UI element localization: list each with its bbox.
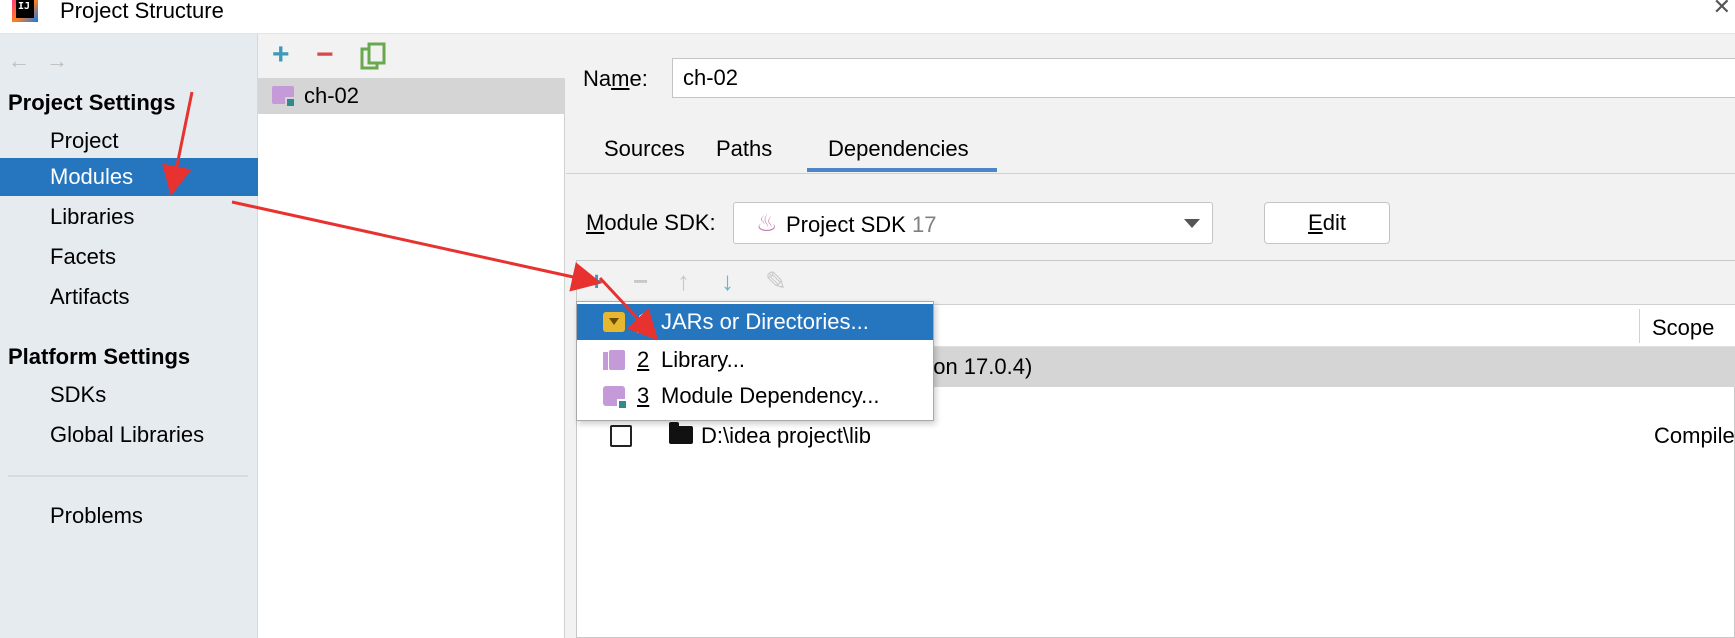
- move-down-icon[interactable]: ↓: [721, 268, 734, 294]
- name-label: Name:: [583, 66, 648, 91]
- add-dependency-icon[interactable]: +: [589, 268, 604, 294]
- intellij-logo-icon: IJ: [12, 0, 38, 22]
- active-tab-indicator: [807, 168, 997, 172]
- sidebar-divider: [8, 475, 248, 477]
- modules-list-panel: + − ch-02: [258, 34, 565, 638]
- module-sdk-select[interactable]: ♨ Project SDK 17: [733, 202, 1213, 244]
- move-up-icon[interactable]: ↑: [677, 268, 690, 294]
- table-row[interactable]: D:\idea project\lib Compile: [577, 416, 1735, 456]
- export-checkbox[interactable]: [610, 425, 632, 447]
- remove-module-icon[interactable]: −: [316, 40, 334, 70]
- dependencies-toolbar: + − ↑ ↓ ✎: [577, 261, 1735, 305]
- jar-archive-icon: [603, 312, 625, 332]
- edit-sdk-button[interactable]: Edit: [1264, 202, 1390, 244]
- module-name: ch-02: [304, 83, 360, 108]
- menu-item-library[interactable]: 2 Library...: [577, 342, 933, 378]
- back-arrow-icon[interactable]: ←: [8, 48, 30, 74]
- sidebar-item-libraries[interactable]: Libraries: [0, 198, 258, 236]
- module-row-ch-02[interactable]: ch-02: [258, 78, 565, 114]
- module-folder-icon: [272, 86, 296, 108]
- sidebar-item-sdks[interactable]: SDKs: [0, 376, 258, 414]
- window-title: Project Structure: [60, 0, 224, 23]
- sdk-value: Project SDK: [786, 212, 906, 237]
- add-dependency-menu: 1 JARs or Directories... 2 Library... 3 …: [576, 301, 934, 421]
- menu-item-module-dependency[interactable]: 3 Module Dependency...: [577, 378, 933, 414]
- tab-sources[interactable]: Sources: [604, 136, 685, 162]
- scope-column-header[interactable]: Scope: [1652, 315, 1714, 341]
- sdk-version: 17: [911, 212, 937, 237]
- add-module-icon[interactable]: +: [272, 40, 290, 70]
- logo-text: IJ: [16, 0, 34, 18]
- platform-settings-header: Platform Settings: [8, 344, 191, 369]
- tab-paths[interactable]: Paths: [716, 136, 772, 162]
- sidebar-item-modules[interactable]: Modules: [0, 158, 258, 196]
- sidebar-item-artifacts[interactable]: Artifacts: [0, 278, 258, 316]
- sidebar-item-project[interactable]: Project: [0, 122, 258, 160]
- remove-dependency-icon[interactable]: −: [633, 268, 648, 294]
- nav-arrows: ← →: [8, 48, 68, 74]
- title-bar: IJ Project Structure ✕: [0, 0, 1735, 34]
- chevron-down-icon: [1184, 219, 1200, 228]
- library-icon: [603, 350, 625, 370]
- modules-toolbar: + −: [258, 34, 565, 78]
- menu-item-jars-or-directories[interactable]: 1 JARs or Directories...: [577, 304, 933, 340]
- forward-arrow-icon[interactable]: →: [46, 48, 68, 74]
- settings-sidebar: ← → Project Settings Project Modules Lib…: [0, 34, 258, 638]
- module-tabs: Sources Paths Dependencies: [566, 124, 1735, 174]
- close-icon[interactable]: ✕: [1713, 0, 1731, 20]
- copy-module-icon[interactable]: [360, 42, 386, 70]
- folder-icon: [669, 422, 693, 444]
- module-sdk-label: Module SDK:: [586, 210, 716, 235]
- column-separator[interactable]: [1639, 309, 1640, 343]
- dependency-scope[interactable]: Compile: [1654, 423, 1735, 449]
- sidebar-item-global-libraries[interactable]: Global Libraries: [0, 416, 258, 454]
- dependency-path: D:\idea project\lib: [701, 423, 871, 448]
- sidebar-item-problems[interactable]: Problems: [0, 497, 258, 535]
- module-name-input[interactable]: [672, 58, 1735, 98]
- project-settings-header: Project Settings: [8, 90, 176, 115]
- module-folder-icon: [603, 386, 628, 410]
- sidebar-item-facets[interactable]: Facets: [0, 238, 258, 276]
- java-cup-icon: ♨: [756, 210, 778, 237]
- edit-dependency-icon[interactable]: ✎: [765, 268, 787, 294]
- tab-dependencies[interactable]: Dependencies: [828, 136, 969, 162]
